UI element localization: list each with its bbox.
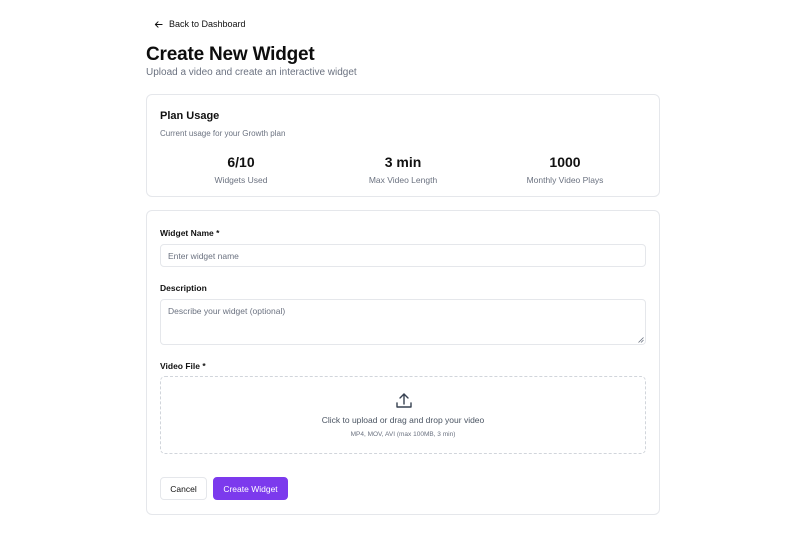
create-widget-page: Back to Dashboard Create New Widget Uplo… [0, 0, 806, 537]
description-label: Description [160, 283, 207, 293]
dropzone-hint: MP4, MOV, AVI (max 100MB, 3 min) [350, 431, 456, 438]
stat-label: Monthly Video Plays [526, 175, 604, 185]
stat-monthly-video-plays: 1000 Monthly Video Plays [484, 153, 646, 185]
video-file-label: Video File * [160, 361, 206, 371]
stat-max-video-length: 3 min Max Video Length [322, 153, 484, 185]
stat-label: Max Video Length [368, 175, 438, 185]
cancel-button[interactable]: Cancel [160, 477, 207, 500]
stat-widgets-used: 6/10 Widgets Used [160, 153, 322, 185]
stat-value: 6/10 [227, 154, 255, 170]
widget-name-input[interactable] [160, 244, 646, 267]
upload-icon [396, 393, 412, 408]
stat-label: Widgets Used [214, 175, 268, 185]
stat-value: 3 min [384, 154, 422, 170]
page-subtitle: Upload a video and create an interactive… [146, 67, 357, 78]
page-title: Create New Widget [146, 44, 315, 65]
widget-name-label: Widget Name * [160, 228, 220, 238]
dropzone-text: Click to upload or drag and drop your vi… [321, 415, 485, 425]
arrow-left-icon [154, 20, 163, 28]
stat-value: 1000 [549, 154, 581, 170]
resize-grip-icon[interactable] [637, 336, 644, 343]
plan-usage-description: Current usage for your Growth plan [160, 129, 286, 138]
create-widget-button[interactable]: Create Widget [213, 477, 288, 500]
back-to-dashboard-link[interactable]: Back to Dashboard [154, 17, 246, 31]
description-textarea[interactable] [160, 299, 646, 345]
video-dropzone[interactable]: Click to upload or drag and drop your vi… [160, 376, 646, 454]
plan-usage-title: Plan Usage [160, 110, 220, 122]
back-link-label: Back to Dashboard [169, 19, 246, 29]
create-widget-form: Widget Name * Description Video File * C… [146, 210, 660, 515]
usage-stats: 6/10 Widgets Used 3 min Max Video Length… [160, 153, 646, 185]
plan-usage-card: Plan Usage Current usage for your Growth… [146, 94, 660, 197]
